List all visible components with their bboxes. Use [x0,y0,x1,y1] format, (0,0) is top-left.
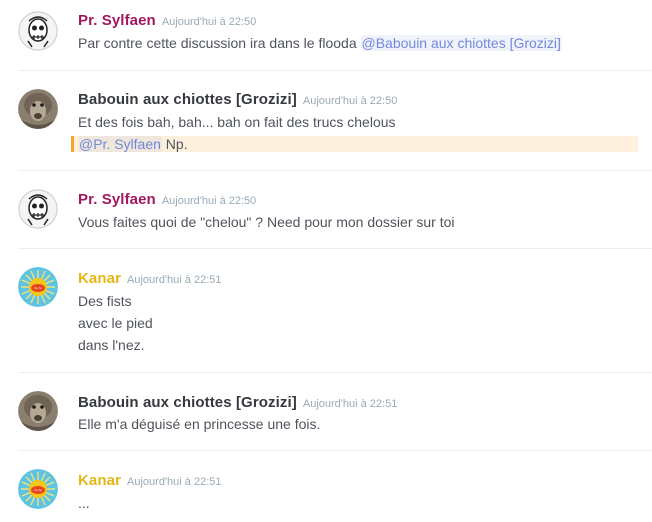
mention[interactable]: @Babouin aux chiottes [Grozizi] [360,35,562,51]
message-divider [18,372,652,373]
skull-avatar-icon [18,189,58,229]
username[interactable]: Pr. Sylfaen [78,12,156,29]
message-divider [18,450,652,451]
avatar[interactable] [18,11,58,51]
message-text: Elle m'a déguisé en princesse une fois. [78,416,321,432]
message-divider [18,170,652,171]
message-text: Vous faites quoi de "chelou" ? Need pour… [78,214,455,230]
message-divider [18,248,652,249]
mention[interactable]: @Pr. Sylfaen [78,136,162,152]
baboon-avatar-icon [18,89,58,129]
message-divider [18,70,652,71]
sun-logo-avatar-icon: ~~ [18,267,58,307]
svg-text:~~: ~~ [34,488,42,494]
message-text: dans l'nez. [78,337,145,353]
message-text: Par contre cette discussion ira dans le … [78,35,562,51]
svg-text:~~: ~~ [34,286,42,292]
username[interactable]: Babouin aux chiottes [Grozizi] [78,394,297,411]
timestamp: Aujourd'hui à 22:51 [127,476,222,488]
message-text: avec le pied [78,315,153,331]
sun-logo-avatar-icon: ~~ [18,469,58,509]
timestamp: Aujourd'hui à 22:50 [161,16,257,28]
username[interactable]: Pr. Sylfaen [78,191,156,208]
message-text: ... [78,495,90,511]
avatar[interactable] [18,89,58,129]
avatar[interactable] [18,391,58,431]
timestamp: Aujourd'hui à 22:51 [127,274,222,286]
avatar[interactable]: ~~ [18,469,58,509]
avatar[interactable] [18,189,58,229]
baboon-avatar-icon [18,391,58,431]
username[interactable]: Babouin aux chiottes [Grozizi] [78,91,297,108]
message-text: @Pr. Sylfaen Np. [78,136,188,152]
timestamp: Aujourd'hui à 22:50 [161,195,257,207]
timestamp: Aujourd'hui à 22:51 [302,398,398,410]
message-text: Des fists [78,293,132,309]
skull-avatar-icon [18,11,58,51]
message-text: Et des fois bah, bah... bah on fait des … [78,114,396,130]
username[interactable]: Kanar [78,472,121,489]
username[interactable]: Kanar [78,270,121,287]
avatar[interactable]: ~~ [18,267,58,307]
timestamp: Aujourd'hui à 22:50 [302,95,398,107]
